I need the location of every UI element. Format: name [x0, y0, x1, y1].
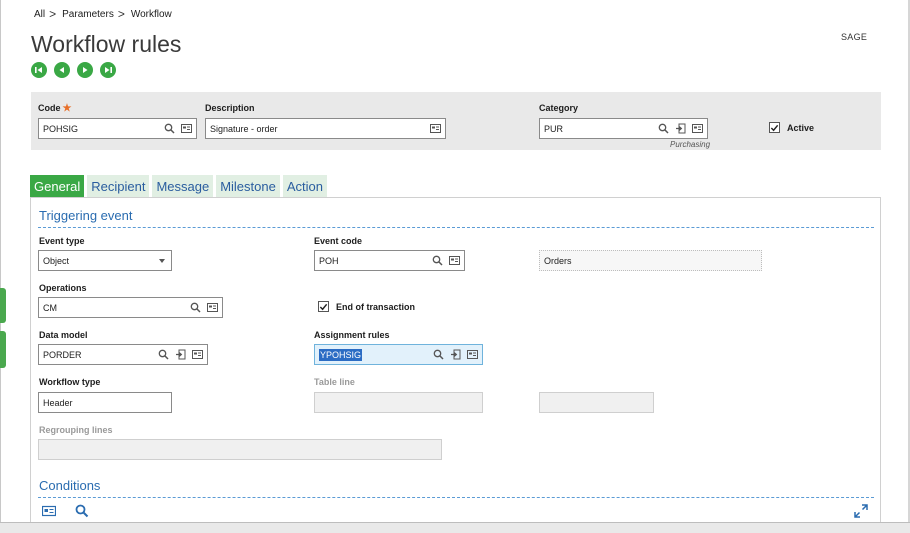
record-navigation — [31, 62, 116, 78]
expand-icon[interactable] — [854, 504, 868, 518]
data-model-value: PORDER — [43, 349, 82, 360]
details-icon[interactable] — [207, 302, 218, 313]
jump-to-icon[interactable] — [675, 123, 686, 134]
code-label: Code ★ — [38, 103, 71, 114]
details-icon[interactable] — [42, 504, 56, 518]
workflow-type-value: Header — [43, 397, 73, 408]
details-icon[interactable] — [467, 349, 478, 360]
breadcrumb-separator: > — [49, 7, 57, 21]
operations-value: CM — [43, 302, 57, 313]
event-code-description: Orders — [539, 250, 762, 271]
table-line-field — [314, 392, 483, 413]
breadcrumb-workflow[interactable]: Workflow — [131, 9, 172, 20]
side-panel-handle-upper[interactable] — [0, 288, 6, 323]
side-panel-handle-lower[interactable] — [0, 331, 6, 368]
event-type-value: Object — [43, 255, 70, 266]
search-icon[interactable] — [658, 123, 669, 134]
checkmark-icon[interactable] — [318, 301, 329, 312]
tab-action[interactable]: Action — [282, 175, 327, 197]
required-marker: ★ — [62, 103, 72, 114]
left-edge — [0, 0, 1, 533]
event-code-value: POH — [319, 255, 339, 266]
tab-recipient[interactable]: Recipient — [87, 175, 150, 197]
search-icon[interactable] — [75, 504, 89, 518]
assignment-rules-label: Assignment rules — [314, 330, 390, 340]
operations-field[interactable]: CM — [38, 297, 223, 318]
search-icon[interactable] — [432, 255, 443, 266]
table-line-description — [539, 392, 654, 413]
search-icon[interactable] — [164, 123, 175, 134]
event-type-label: Event type — [39, 236, 85, 246]
assignment-rules-field[interactable]: YPOHSIG — [314, 344, 483, 365]
code-value: POHSIG — [43, 123, 79, 134]
breadcrumb-all[interactable]: All — [34, 9, 45, 20]
data-model-field[interactable]: PORDER — [38, 344, 208, 365]
triggering-event-title: Triggering event — [39, 208, 133, 223]
previous-record-icon[interactable] — [54, 62, 70, 78]
product-label: SAGE — [841, 32, 868, 42]
last-record-icon[interactable] — [100, 62, 116, 78]
breadcrumb: All > Parameters > Workflow — [34, 7, 172, 21]
category-caption: Purchasing — [670, 140, 711, 149]
description-value: Signature - order — [210, 123, 278, 134]
code-field[interactable]: POHSIG — [38, 118, 197, 139]
table-line-label: Table line — [314, 377, 355, 387]
assignment-rules-value: YPOHSIG — [319, 348, 363, 361]
regrouping-lines-label: Regrouping lines — [39, 425, 113, 435]
checkmark-icon[interactable] — [769, 122, 780, 133]
regrouping-lines-field — [38, 439, 442, 460]
code-label-text: Code — [38, 103, 61, 113]
description-label: Description — [205, 103, 255, 113]
workflow-type-label: Workflow type — [39, 377, 101, 387]
category-field[interactable]: PUR — [539, 118, 708, 139]
event-code-description-value: Orders — [544, 255, 572, 266]
category-value: PUR — [544, 123, 564, 134]
search-icon[interactable] — [190, 302, 201, 313]
search-icon[interactable] — [158, 349, 169, 360]
breadcrumb-parameters[interactable]: Parameters — [62, 9, 114, 20]
operations-label: Operations — [39, 283, 87, 293]
next-record-icon[interactable] — [77, 62, 93, 78]
details-icon[interactable] — [692, 123, 703, 134]
end-of-transaction-label: End of transaction — [336, 301, 416, 312]
tab-general[interactable]: General — [30, 175, 85, 197]
tab-milestone[interactable]: Milestone — [216, 175, 280, 197]
page-title: Workflow rules — [31, 31, 182, 57]
details-icon[interactable] — [181, 123, 192, 134]
jump-to-icon[interactable] — [175, 349, 186, 360]
details-icon[interactable] — [192, 349, 203, 360]
breadcrumb-separator: > — [117, 7, 125, 21]
details-icon[interactable] — [449, 255, 460, 266]
details-icon[interactable] — [430, 123, 441, 134]
data-model-label: Data model — [39, 330, 88, 340]
description-field[interactable]: Signature - order — [205, 118, 446, 139]
workflow-type-field[interactable]: Header — [38, 392, 172, 413]
event-code-field[interactable]: POH — [314, 250, 465, 271]
section-divider — [38, 227, 874, 228]
conditions-title: Conditions — [39, 478, 101, 493]
section-divider — [38, 497, 874, 498]
category-label: Category — [539, 103, 579, 113]
tab-bar: General Recipient Message Milestone Acti… — [30, 175, 327, 197]
chevron-down-icon[interactable] — [159, 258, 165, 263]
active-checkbox[interactable]: Active — [769, 122, 814, 133]
tab-message[interactable]: Message — [152, 175, 214, 197]
active-label: Active — [787, 122, 815, 133]
bottom-bar — [0, 522, 910, 533]
workflow-rules-window: All > Parameters > Workflow Workflow rul… — [0, 0, 910, 533]
event-type-select[interactable]: Object — [38, 250, 172, 271]
jump-to-icon[interactable] — [450, 349, 461, 360]
first-record-icon[interactable] — [31, 62, 47, 78]
event-code-label: Event code — [314, 236, 363, 246]
end-of-transaction-checkbox[interactable]: End of transaction — [318, 301, 415, 312]
search-icon[interactable] — [433, 349, 444, 360]
